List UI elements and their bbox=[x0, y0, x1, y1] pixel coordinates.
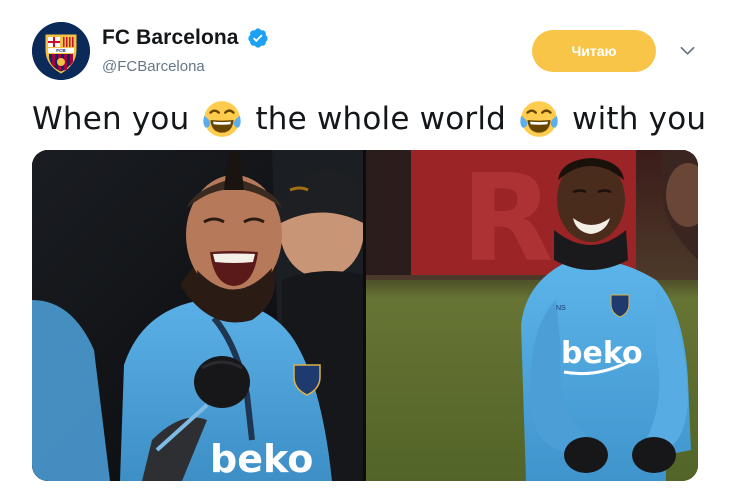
avatar[interactable]: FCB bbox=[32, 22, 90, 80]
photo-left[interactable]: beko bbox=[32, 150, 363, 481]
tweet-text: When you the whole world with you bbox=[32, 96, 706, 142]
tweet-text-segment-2: the whole world bbox=[255, 101, 507, 137]
chevron-down-icon bbox=[680, 46, 694, 55]
tears-of-joy-emoji-icon bbox=[201, 98, 243, 140]
fc-barcelona-crest-icon: FCB bbox=[32, 22, 90, 80]
verified-badge-icon bbox=[247, 27, 269, 49]
photo-right[interactable]: R NS beko bbox=[366, 150, 698, 481]
svg-text:FCB: FCB bbox=[56, 48, 66, 53]
tears-of-joy-emoji-icon bbox=[518, 98, 560, 140]
account-name-row: FC Barcelona bbox=[102, 24, 269, 52]
follow-button[interactable]: Читаю bbox=[532, 30, 656, 72]
display-name[interactable]: FC Barcelona bbox=[102, 26, 239, 50]
right-shirt-sponsor: beko bbox=[561, 336, 643, 371]
smiling-player-photo-icon: R NS beko bbox=[366, 150, 698, 481]
account-handle[interactable]: @FCBarcelona bbox=[102, 58, 205, 75]
tweet-media-grid: beko R NS beko bbox=[32, 150, 698, 481]
more-options-button[interactable] bbox=[676, 42, 698, 60]
tweet-text-segment-3: with you bbox=[572, 101, 707, 137]
svg-text:R: R bbox=[461, 150, 553, 289]
laughing-player-photo-icon: beko bbox=[32, 150, 363, 481]
right-shirt-initials: NS bbox=[556, 305, 566, 312]
left-shirt-sponsor: beko bbox=[210, 437, 313, 481]
tweet-text-segment-1: When you bbox=[32, 101, 190, 137]
tweet-card: FCB FC Barcelona @FCBarcelona Читаю When… bbox=[0, 0, 730, 492]
